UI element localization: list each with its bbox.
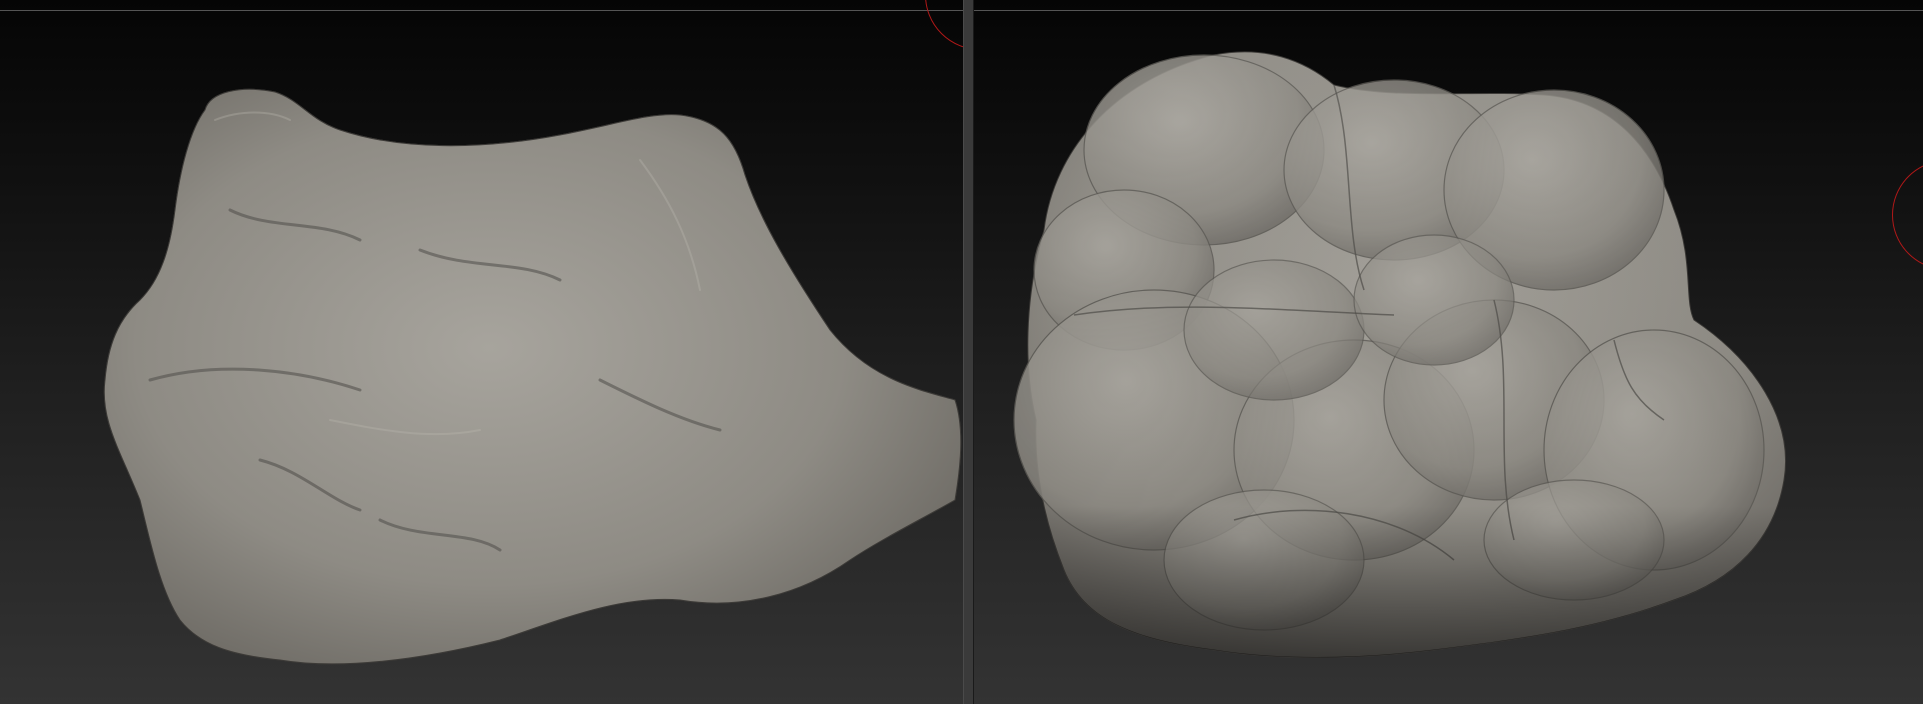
blocked-out-rock-mesh[interactable] xyxy=(974,0,1923,704)
viewport-right[interactable] xyxy=(974,0,1923,704)
viewport-divider[interactable] xyxy=(963,0,974,704)
detailed-rock-mesh[interactable] xyxy=(0,0,963,704)
sculpt-app-window xyxy=(0,0,1923,704)
viewport-left[interactable] xyxy=(0,0,963,704)
